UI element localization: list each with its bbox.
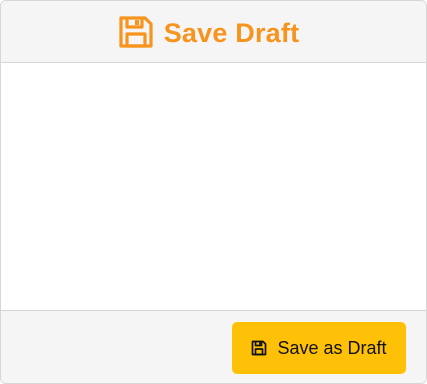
floppy-disk-icon [118, 15, 154, 49]
card-footer: Save as Draft [1, 310, 426, 383]
card-body [1, 63, 426, 310]
save-as-draft-label: Save as Draft [277, 337, 387, 358]
page-title: Save Draft [163, 17, 300, 48]
header-title-group: Save Draft [118, 15, 300, 49]
save-as-draft-button[interactable]: Save as Draft [232, 322, 406, 374]
save-draft-card: Save Draft Save as Draft [0, 0, 427, 384]
card-header: Save Draft [1, 1, 426, 63]
floppy-disk-icon [251, 340, 267, 356]
